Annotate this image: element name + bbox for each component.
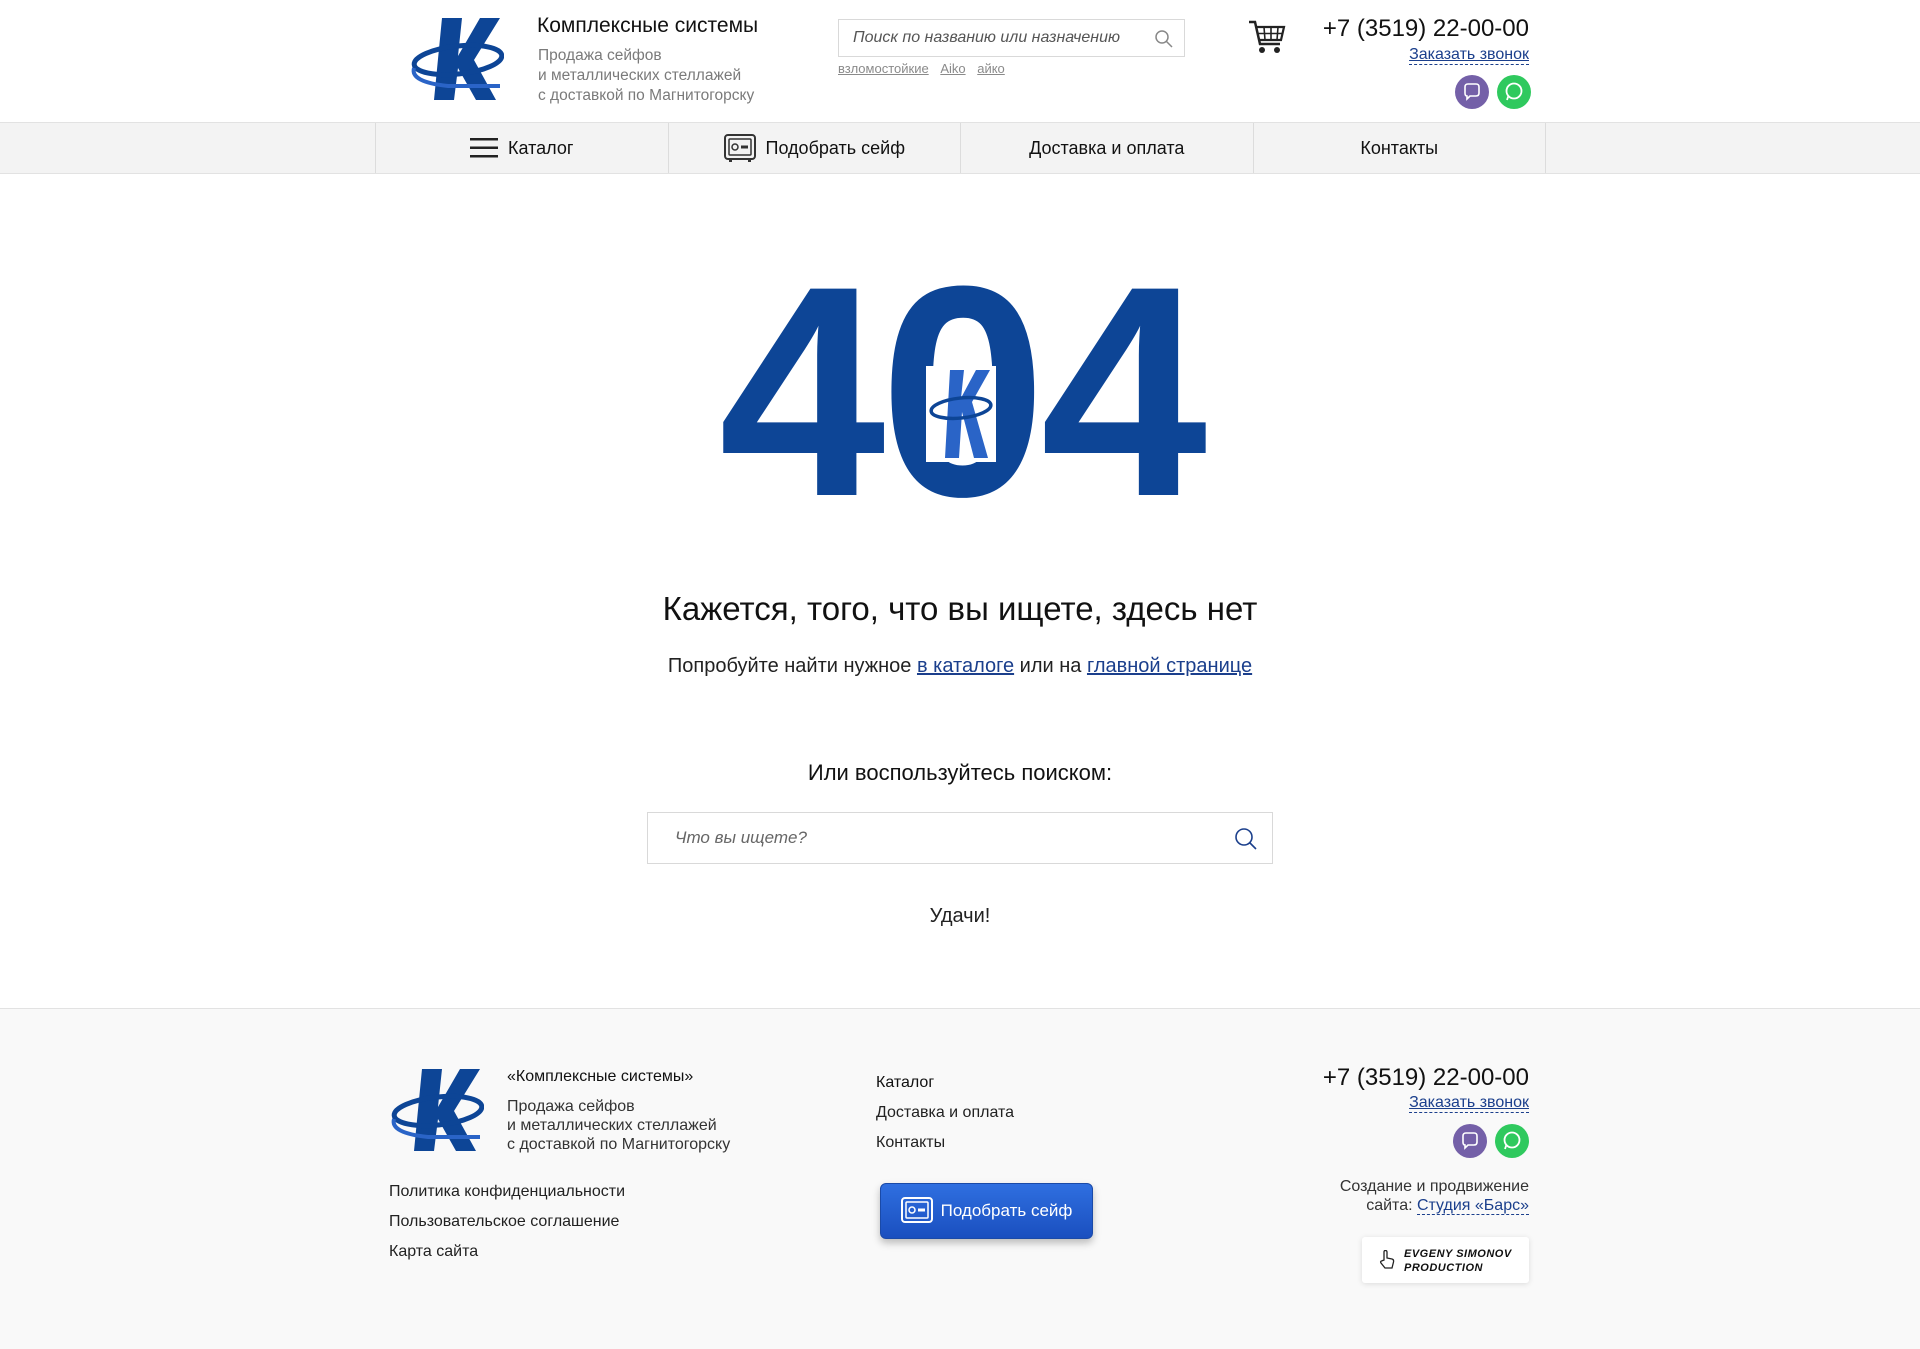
header-search-input[interactable] xyxy=(839,20,1153,56)
header-search xyxy=(838,19,1185,57)
search-icon[interactable] xyxy=(1154,29,1174,49)
footer-subtitle: Продажа сейфов и металлических стеллажей… xyxy=(507,1098,731,1153)
main-nav: Каталог Подобрать сейф Доставка и оплата… xyxy=(0,122,1920,174)
site-logo[interactable] xyxy=(408,16,505,104)
nav-label: Контакты xyxy=(1360,137,1439,158)
nav-contacts[interactable]: Контакты xyxy=(1254,123,1546,173)
home-link[interactable]: главной странице xyxy=(1087,655,1252,677)
brand-subtitle: Продажа сейфов и металлических стеллажей… xyxy=(538,47,755,104)
good-luck-text: Удачи! xyxy=(929,905,991,927)
search-prompt: Или воспользуйтесь поиском: xyxy=(807,760,1113,785)
error-404-graphic: 404 xyxy=(719,260,1215,540)
main-search xyxy=(647,812,1273,864)
privacy-link[interactable]: Политика конфиденциальности xyxy=(389,1177,625,1207)
cart-icon[interactable] xyxy=(1247,16,1287,56)
nav-delivery[interactable]: Доставка и оплата xyxy=(961,123,1254,173)
studio-credit: Создание и продвижение сайта: Студия «Ба… xyxy=(1339,1178,1529,1215)
brand-title: Комплексные системы xyxy=(537,14,759,37)
viber-icon[interactable] xyxy=(1455,75,1489,109)
whatsapp-icon[interactable] xyxy=(1495,1124,1529,1158)
search-tag[interactable]: айко xyxy=(977,61,1005,76)
production-badge[interactable]: EVGENY SIMONOV PRODUCTION xyxy=(1362,1237,1529,1283)
search-tags: взломостойкие Aiko айко xyxy=(838,61,1013,76)
footer-order-call-link[interactable]: Заказать звонок xyxy=(1409,1094,1529,1113)
logo-mark-icon xyxy=(926,366,996,462)
site-header: Комплексные системы Продажа сейфов и мет… xyxy=(0,0,1920,122)
pick-safe-label: Подобрать сейф xyxy=(940,1201,1073,1220)
header-phone[interactable]: +7 (3519) 22-00-00 xyxy=(1323,15,1529,43)
footer-brand: «Комплексные системы» xyxy=(507,1068,694,1085)
viber-icon[interactable] xyxy=(1453,1124,1487,1158)
error-heading: Кажется, того, что вы ищете, здесь нет xyxy=(662,590,1258,627)
pick-safe-button[interactable]: Подобрать сейф xyxy=(880,1183,1093,1239)
search-tag[interactable]: взломостойкие xyxy=(838,61,929,76)
catalog-link[interactable]: в каталоге xyxy=(917,655,1014,677)
error-hint: Попробуйте найти нужное в каталоге или н… xyxy=(667,655,1253,677)
footer-logo[interactable] xyxy=(388,1067,485,1155)
footer-menu-catalog[interactable]: Каталог xyxy=(876,1068,1014,1098)
safe-icon xyxy=(723,134,756,162)
main-search-input[interactable] xyxy=(648,813,1215,863)
sitemap-link[interactable]: Карта сайта xyxy=(389,1237,625,1267)
hamburger-icon xyxy=(470,138,499,158)
footer-menu-delivery[interactable]: Доставка и оплата xyxy=(876,1098,1014,1128)
footer-menu-contacts[interactable]: Контакты xyxy=(876,1128,1014,1158)
footer-legal-links: Политика конфиденциальности Пользователь… xyxy=(389,1177,625,1267)
nav-label: Каталог xyxy=(508,137,574,158)
search-icon[interactable] xyxy=(1234,827,1258,851)
search-tag[interactable]: Aiko xyxy=(940,61,965,76)
safe-icon xyxy=(900,1197,933,1223)
studio-link[interactable]: Студия «Барс» xyxy=(1416,1197,1529,1215)
nav-pick-safe[interactable]: Подобрать сейф xyxy=(669,123,961,173)
nav-label: Доставка и оплата xyxy=(1029,137,1185,158)
nav-label: Подобрать сейф xyxy=(765,137,906,158)
order-call-link[interactable]: Заказать звонок xyxy=(1409,46,1529,65)
terms-link[interactable]: Пользовательское соглашение xyxy=(389,1207,625,1237)
footer-menu: Каталог Доставка и оплата Контакты xyxy=(876,1068,1014,1158)
pointer-hand-icon xyxy=(1379,1250,1395,1269)
whatsapp-icon[interactable] xyxy=(1497,75,1531,109)
nav-catalog[interactable]: Каталог xyxy=(376,123,669,173)
footer-phone[interactable]: +7 (3519) 22-00-00 xyxy=(1323,1064,1529,1092)
site-footer: «Комплексные системы» Продажа сейфов и м… xyxy=(0,1008,1920,1349)
